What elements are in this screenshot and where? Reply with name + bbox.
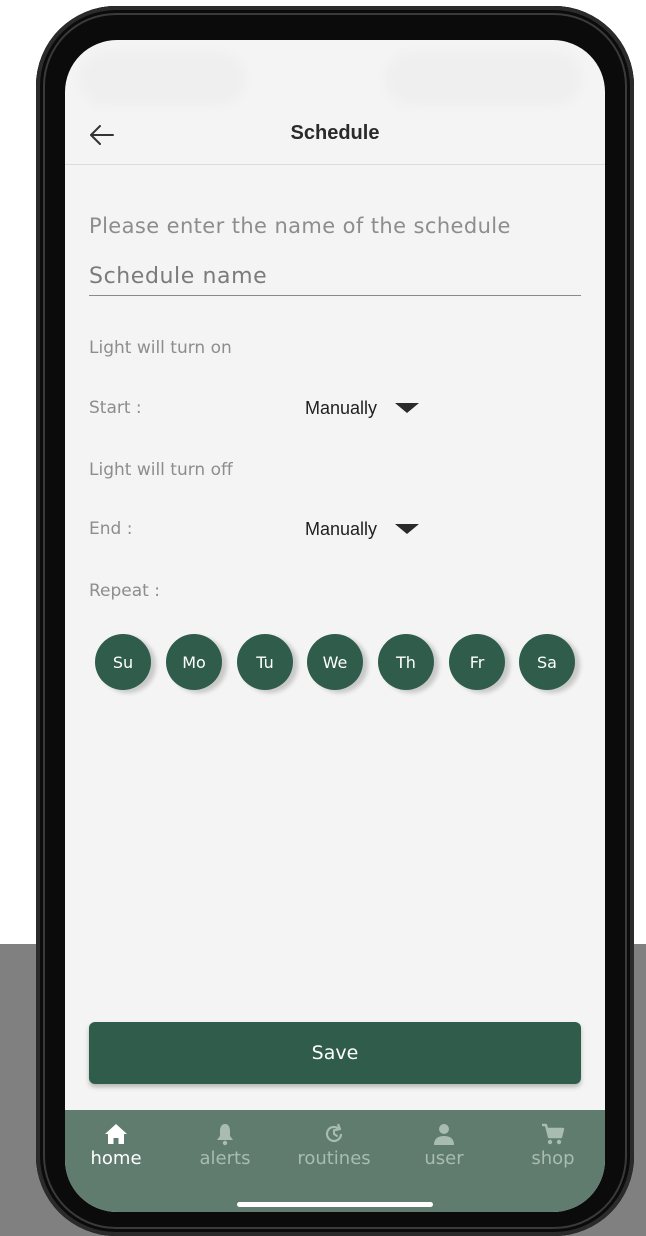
turn-off-label: Light will turn off xyxy=(89,460,233,480)
home-indicator xyxy=(237,1202,433,1207)
history-icon xyxy=(325,1123,343,1143)
bell-icon xyxy=(217,1124,233,1146)
day-toggle-mo[interactable]: Mo xyxy=(166,634,222,690)
save-button[interactable]: Save xyxy=(89,1022,581,1084)
tab-alerts[interactable]: alerts xyxy=(175,1122,275,1169)
tab-routines[interactable]: routines xyxy=(284,1122,384,1169)
day-toggle-sa[interactable]: Sa xyxy=(519,634,575,690)
tab-home[interactable]: home xyxy=(66,1122,166,1169)
start-label: Start : xyxy=(89,398,142,418)
end-dropdown-value: Manually xyxy=(305,518,378,539)
caret-down-icon xyxy=(395,524,420,534)
day-toggle-th[interactable]: Th xyxy=(378,634,434,690)
status-bar-right xyxy=(385,52,581,106)
user-icon xyxy=(434,1124,454,1145)
name-prompt: Please enter the name of the schedule xyxy=(89,214,511,238)
repeat-days: Su Mo Tu We Th Fr Sa xyxy=(95,634,579,692)
phone-screen: Schedule Please enter the name of the sc… xyxy=(65,40,605,1212)
tab-label: routines xyxy=(297,1148,371,1169)
day-toggle-tu[interactable]: Tu xyxy=(237,634,293,690)
header: Schedule xyxy=(65,108,605,165)
tab-label: user xyxy=(424,1148,464,1169)
status-bar-left xyxy=(79,52,245,106)
end-dropdown[interactable]: Manually xyxy=(305,515,420,543)
end-label: End : xyxy=(89,519,133,539)
tab-label: shop xyxy=(531,1148,575,1169)
tab-label: home xyxy=(90,1148,142,1169)
day-toggle-su[interactable]: Su xyxy=(95,634,151,690)
start-dropdown-value: Manually xyxy=(305,397,378,418)
bottom-tab-bar: home alerts routines user shop xyxy=(65,1110,605,1212)
schedule-name-input[interactable] xyxy=(89,258,581,296)
day-toggle-fr[interactable]: Fr xyxy=(449,634,505,690)
page-title: Schedule xyxy=(290,122,380,144)
caret-down-icon xyxy=(395,403,420,413)
turn-on-label: Light will turn on xyxy=(89,338,232,358)
tab-user[interactable]: user xyxy=(394,1122,494,1169)
day-toggle-we[interactable]: We xyxy=(307,634,363,690)
tab-label: alerts xyxy=(199,1148,251,1169)
start-dropdown[interactable]: Manually xyxy=(305,394,420,422)
cart-icon xyxy=(542,1123,565,1145)
repeat-label: Repeat : xyxy=(89,581,160,601)
tab-shop[interactable]: shop xyxy=(503,1122,603,1169)
home-icon xyxy=(105,1124,127,1144)
